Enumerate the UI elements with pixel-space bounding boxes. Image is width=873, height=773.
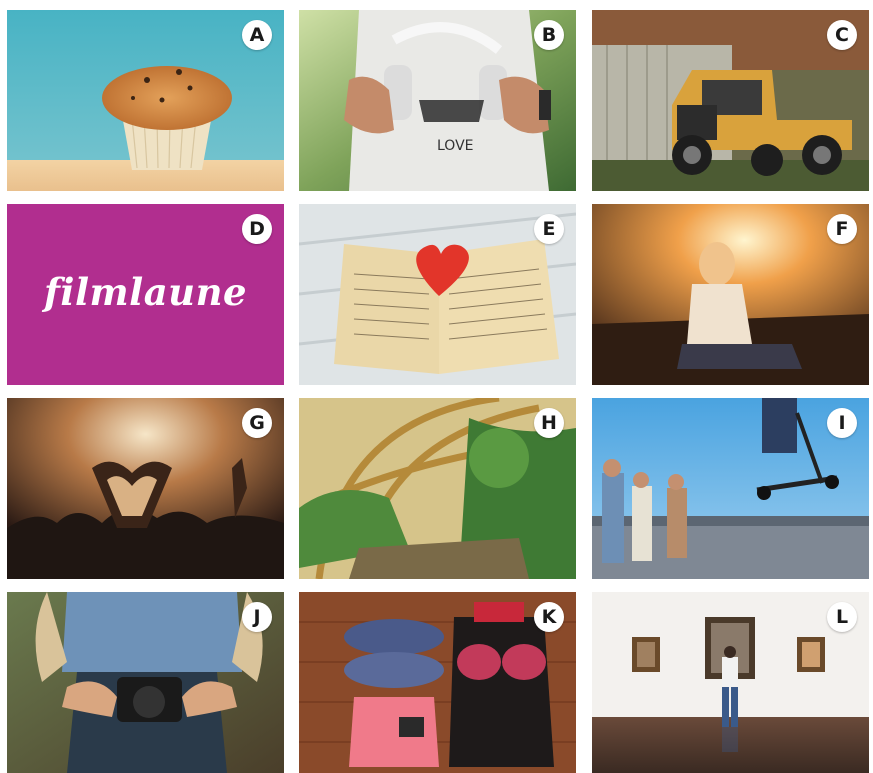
photo-tile-g: G (7, 398, 284, 579)
photo-tile-k: K (299, 592, 576, 773)
photo-tile-b: LOVE B (299, 10, 576, 191)
tile-letter-j: J (242, 602, 272, 632)
tile-letter-e: E (534, 214, 564, 244)
filmlaune-logo: filmlaune (43, 270, 248, 314)
tile-letter-d: D (242, 214, 272, 244)
tile-letter-b: B (534, 20, 564, 50)
tile-letter-g: G (242, 408, 272, 438)
svg-text:LOVE: LOVE (437, 138, 474, 154)
photo-tile-e: E (299, 204, 576, 385)
tile-letter-i: I (827, 408, 857, 438)
photo-tile-l: L (592, 592, 869, 773)
photo-tile-h: H (299, 398, 576, 579)
tile-letter-f: F (827, 214, 857, 244)
tile-letter-a: A (242, 20, 272, 50)
tile-letter-k: K (534, 602, 564, 632)
photo-tile-f: F (592, 204, 869, 385)
tile-letter-h: H (534, 408, 564, 438)
photo-tile-i: I (592, 398, 869, 579)
photo-tile-c: C (592, 10, 869, 191)
photo-tile-d: filmlaune D (7, 204, 284, 385)
tile-letter-c: C (827, 20, 857, 50)
photo-tile-a: A (7, 10, 284, 191)
tile-letter-l: L (827, 602, 857, 632)
photo-tile-j: J (7, 592, 284, 773)
